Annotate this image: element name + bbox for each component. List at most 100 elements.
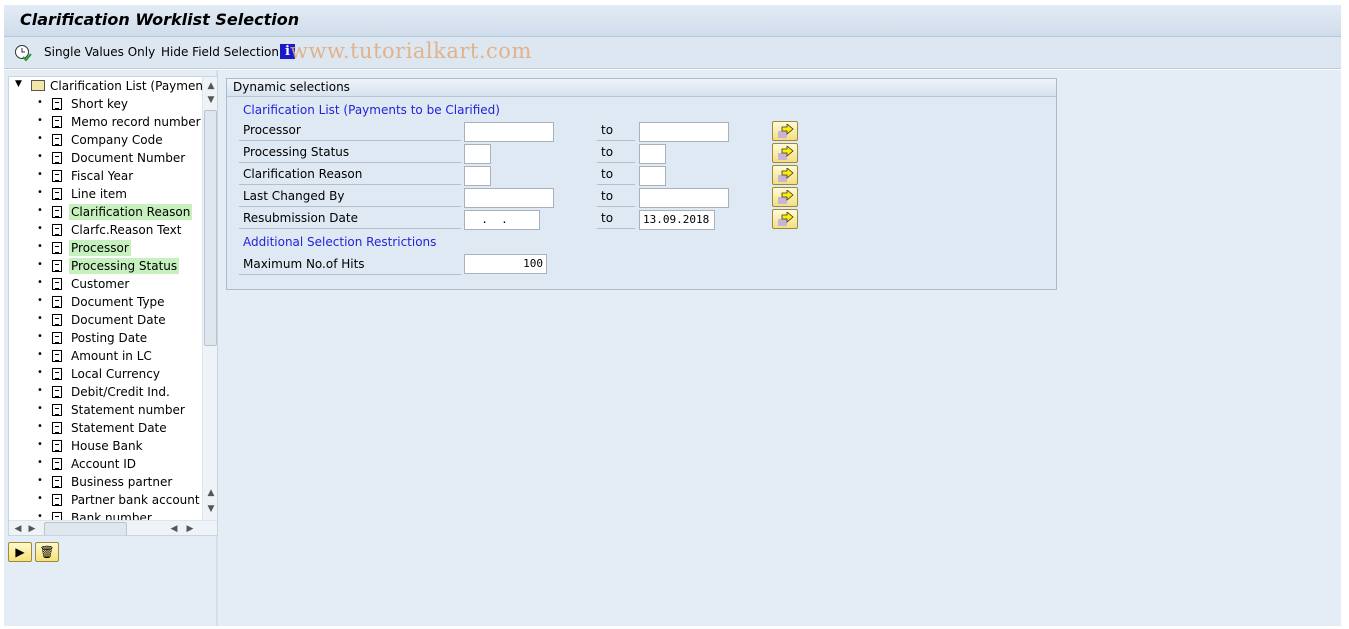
tree-item[interactable]: • Debit/Credit Ind. <box>9 383 204 401</box>
from-input[interactable]: . . <box>464 210 540 230</box>
to-input[interactable] <box>639 144 666 164</box>
tree-item-label: Statement Date <box>71 421 167 435</box>
tree-item[interactable]: • Account ID <box>9 455 204 473</box>
expand-triangle-icon[interactable]: ▼ <box>15 79 22 89</box>
tree-item[interactable]: • Statement number <box>9 401 204 419</box>
hide-field-selection-button[interactable]: Hide Field Selection <box>161 45 279 59</box>
tree-item-label: Company Code <box>71 133 163 147</box>
tree-item[interactable]: • Posting Date <box>9 329 204 347</box>
bullet-icon: • <box>37 475 43 486</box>
tree-item[interactable]: • Short key <box>9 95 204 113</box>
tree-item[interactable]: • House Bank <box>9 437 204 455</box>
scroll-thumb[interactable] <box>204 110 217 346</box>
to-input[interactable]: 13.09.2018 <box>639 210 715 230</box>
toolbar: Single Values Only Hide Field Selection … <box>4 37 1341 69</box>
tree-root[interactable]: ▼ Clarification List (Payments to be Cla… <box>9 77 217 95</box>
tree-item-label: Document Date <box>71 313 166 327</box>
tree-item-label: Document Number <box>71 151 186 165</box>
document-icon <box>52 386 62 398</box>
single-values-only-button[interactable]: Single Values Only <box>44 45 155 59</box>
tree-item[interactable]: • Processor <box>9 239 204 257</box>
tree-item[interactable]: • Document Type <box>9 293 204 311</box>
document-icon <box>52 494 62 506</box>
panel-header: Dynamic selections <box>227 79 1056 97</box>
bullet-icon: • <box>37 295 43 306</box>
from-input[interactable] <box>464 166 491 186</box>
multiple-selection-button[interactable] <box>772 165 798 185</box>
bullet-icon: • <box>37 151 43 162</box>
dynamic-selections-panel: Dynamic selections Clarification List (P… <box>226 78 1057 290</box>
field-tree: ▼ Clarification List (Payments to be Cla… <box>8 76 218 536</box>
tree-item[interactable]: • Fiscal Year <box>9 167 204 185</box>
bullet-icon: • <box>37 439 43 450</box>
tree-item[interactable]: • Customer <box>9 275 204 293</box>
tree-item[interactable]: • Partner bank account <box>9 491 204 509</box>
bullet-icon: • <box>37 115 43 126</box>
tree-item-label: Short key <box>71 97 129 111</box>
max-hits-input[interactable]: 100 <box>464 254 547 274</box>
from-input[interactable] <box>464 122 554 142</box>
arrow-right-icon <box>778 168 794 182</box>
document-icon <box>52 458 62 470</box>
bullet-icon: • <box>37 223 43 234</box>
tree-item[interactable]: • Business partner <box>9 473 204 491</box>
field-label: Processor <box>239 121 461 141</box>
from-input[interactable] <box>464 188 554 208</box>
tree-item-label: Partner bank account <box>71 493 200 507</box>
scroll-up-icon[interactable]: ▲ <box>204 486 217 500</box>
scroll-down-icon[interactable]: ▼ <box>204 502 217 516</box>
document-icon <box>52 206 62 218</box>
tree-item[interactable]: • Amount in LC <box>9 347 204 365</box>
scroll-thumb[interactable] <box>44 522 127 535</box>
tree-item[interactable]: • Local Currency <box>9 365 204 383</box>
tree-item-label: Processing Status <box>69 258 180 274</box>
tree-item-label: Business partner <box>71 475 173 489</box>
bullet-icon: • <box>37 349 43 360</box>
to-input[interactable] <box>639 166 666 186</box>
multiple-selection-button[interactable] <box>772 187 798 207</box>
tree-item-label: Account ID <box>71 457 137 471</box>
tree-vertical-scrollbar[interactable]: ▲ ▼ ▲ ▼ <box>202 77 217 522</box>
execute-button[interactable]: ▶ <box>8 542 32 562</box>
arrow-right-icon <box>778 146 794 160</box>
bullet-icon: • <box>37 187 43 198</box>
tree-item[interactable]: • Document Number <box>9 149 204 167</box>
scroll-right-icon[interactable]: ▶ <box>183 522 197 535</box>
bullet-icon: • <box>37 313 43 324</box>
clock-check-icon[interactable] <box>14 44 32 65</box>
multiple-selection-button[interactable] <box>772 143 798 163</box>
scroll-left-icon[interactable]: ◀ <box>167 522 181 535</box>
document-icon <box>52 116 62 128</box>
tree-item[interactable]: • Line item <box>9 185 204 203</box>
document-icon <box>52 422 62 434</box>
to-input[interactable] <box>639 122 729 142</box>
from-input[interactable] <box>464 144 491 164</box>
tree-item[interactable]: • Clarification Reason <box>9 203 204 221</box>
scroll-down-icon[interactable]: ▼ <box>204 93 217 107</box>
tree-item[interactable]: • Statement Date <box>9 419 204 437</box>
tree-item-label: Posting Date <box>71 331 148 345</box>
document-icon <box>52 242 62 254</box>
tree-item[interactable]: • Processing Status <box>9 257 204 275</box>
tree-horizontal-scrollbar[interactable]: ◀ ▶ ◀ ▶ <box>9 520 217 535</box>
delete-button[interactable]: 🗑 <box>35 542 59 562</box>
multiple-selection-button[interactable] <box>772 209 798 229</box>
tree-item[interactable]: • Memo record number <box>9 113 204 131</box>
to-input[interactable] <box>639 188 729 208</box>
scroll-up-icon[interactable]: ▲ <box>204 79 217 93</box>
tree-item[interactable]: • Company Code <box>9 131 204 149</box>
bullet-icon: • <box>37 493 43 504</box>
tree-item-label: Debit/Credit Ind. <box>71 385 170 399</box>
multiple-selection-button[interactable] <box>772 121 798 141</box>
bullet-icon: • <box>37 169 43 180</box>
section-title: Additional Selection Restrictions <box>243 235 437 249</box>
max-hits-label: Maximum No.of Hits <box>239 255 461 275</box>
to-label: to <box>597 187 635 207</box>
scroll-right-icon[interactable]: ▶ <box>25 522 39 535</box>
tree-item[interactable]: • Clarfc.Reason Text <box>9 221 204 239</box>
document-icon <box>52 368 62 380</box>
scroll-left-icon[interactable]: ◀ <box>11 522 25 535</box>
arrow-right-icon <box>778 212 794 226</box>
tree-item[interactable]: • Document Date <box>9 311 204 329</box>
tree-item-label: Document Type <box>71 295 165 309</box>
